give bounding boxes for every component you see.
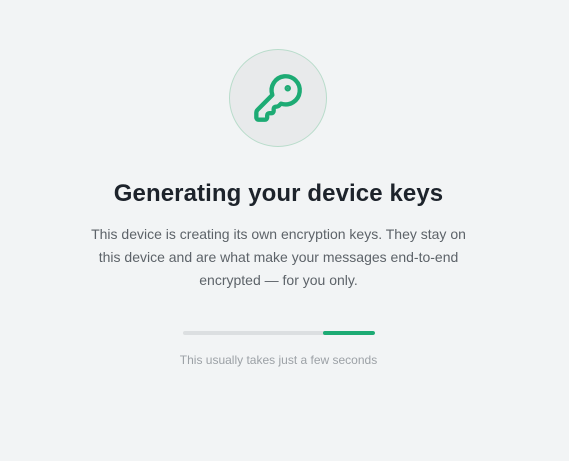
progress-bar-fill	[323, 331, 375, 335]
key-icon	[254, 74, 302, 122]
key-generation-screen: Generating your device keys This device …	[0, 0, 569, 461]
description-text: This device is creating its own encrypti…	[91, 226, 466, 288]
key-icon-badge	[229, 49, 327, 147]
hint-text: This usually takes just a few seconds	[179, 353, 378, 367]
page-title: Generating your device keys	[113, 180, 444, 207]
progress-bar	[183, 331, 375, 335]
